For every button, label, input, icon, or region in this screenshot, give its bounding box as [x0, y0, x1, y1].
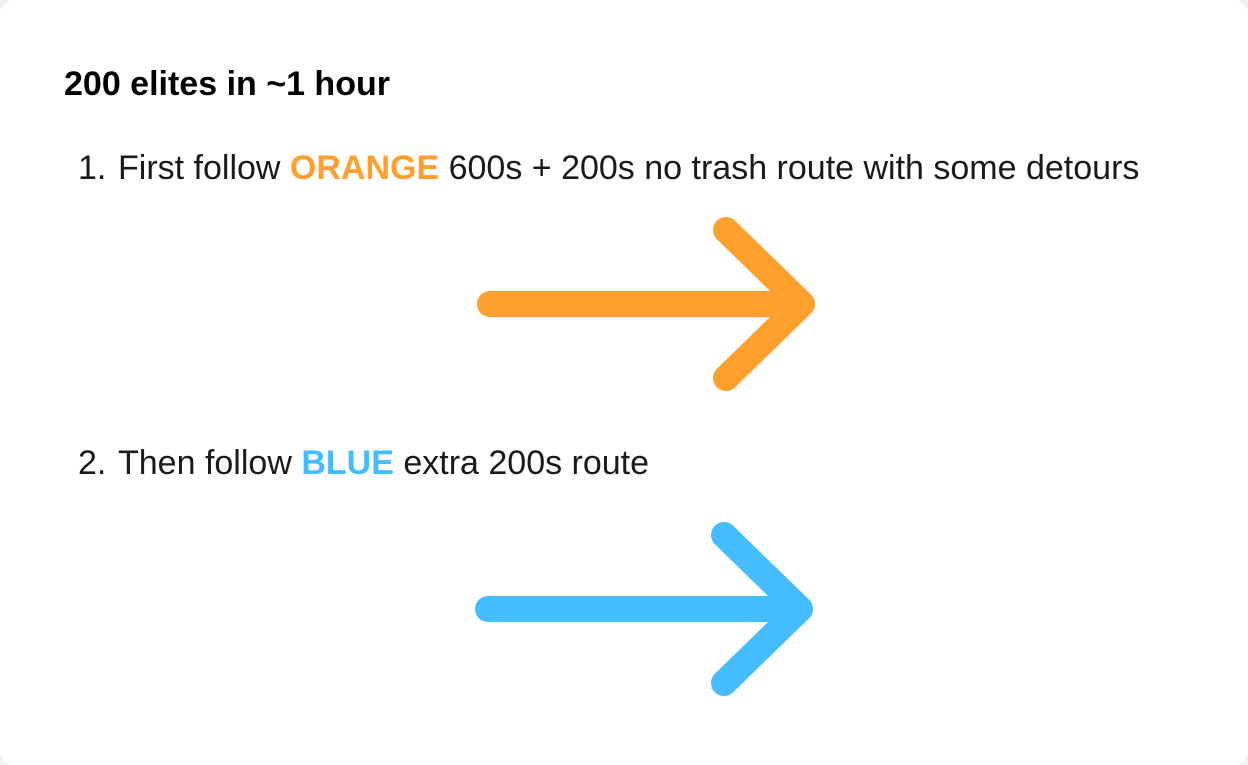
step-text-suffix: 600s + 200s no trash route with some det… — [439, 149, 1140, 187]
note-card: 200 elites in ~1 hour 1. First follow ORA… — [0, 0, 1248, 765]
step-text-prefix: First follow — [118, 149, 290, 187]
step-1-instruction: 1. First follow ORANGE 600s + 200s no tra… — [78, 146, 1139, 190]
blue-arrow-right-icon — [475, 522, 813, 696]
blue-route-label: BLUE — [301, 444, 394, 482]
step-2-instruction: 2. Then follow BLUE extra 200s route — [78, 441, 649, 485]
page-title: 200 elites in ~1 hour — [64, 65, 390, 103]
orange-arrow-right-icon — [477, 217, 815, 391]
step-number: 1. — [78, 149, 107, 187]
step-text-prefix: Then follow — [118, 444, 302, 482]
step-text-suffix: extra 200s route — [393, 444, 650, 482]
orange-route-label: ORANGE — [289, 149, 440, 187]
step-number: 2. — [78, 444, 107, 482]
